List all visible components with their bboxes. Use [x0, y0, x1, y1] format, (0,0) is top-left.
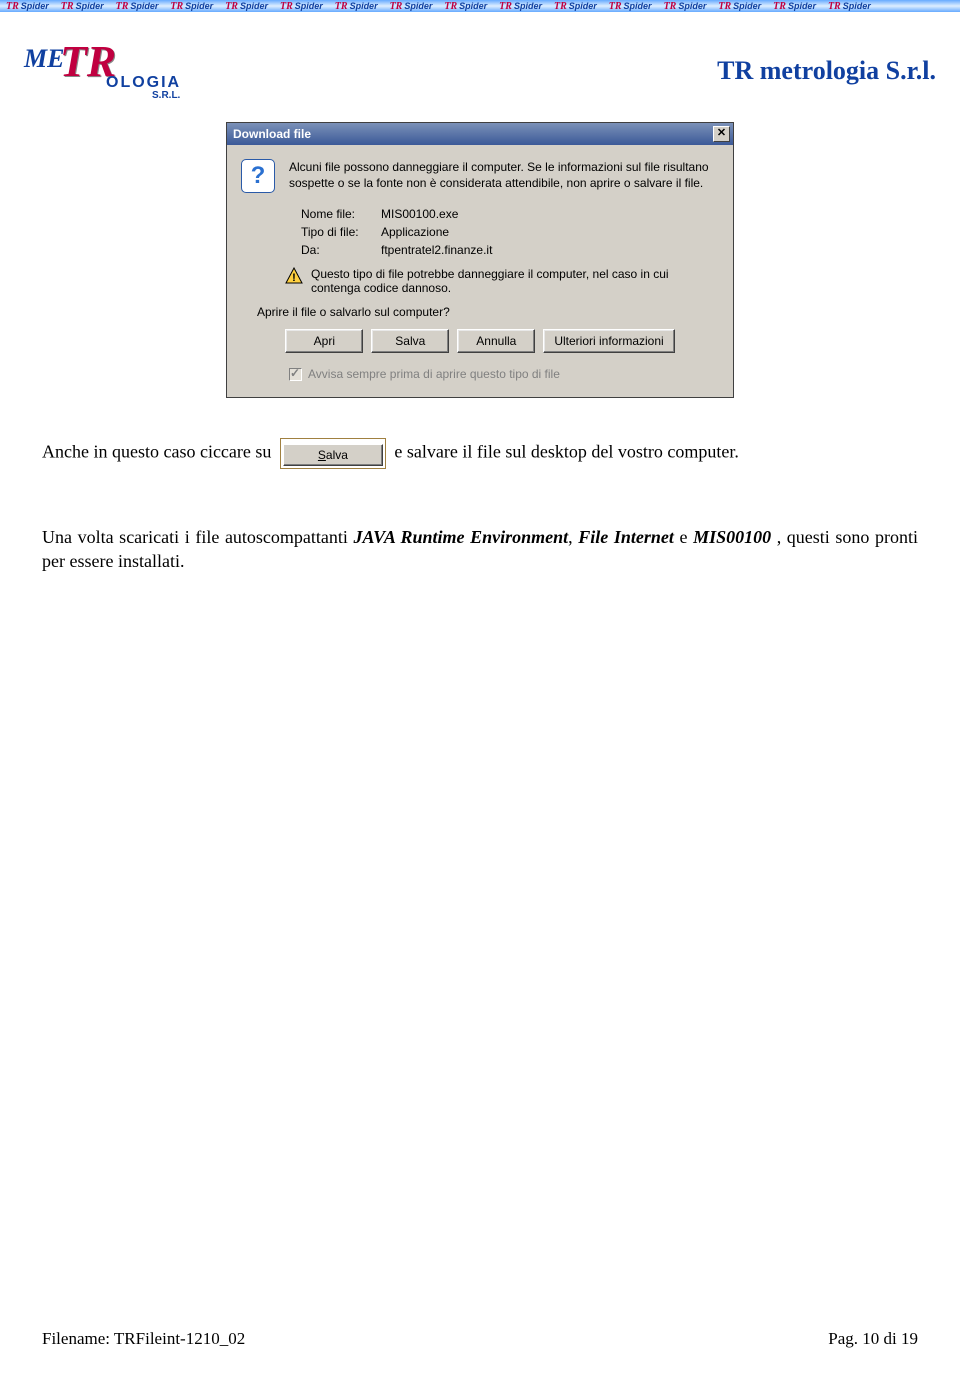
spider-item: TR Spider — [55, 0, 110, 12]
spider-item: TR Spider — [493, 0, 548, 12]
spider-item: TR Spider — [164, 0, 219, 12]
logo-srl: S.R.L. — [152, 90, 180, 101]
svg-text:!: ! — [292, 272, 296, 284]
file-type-value: Applicazione — [381, 225, 449, 239]
p2-mis: MIS00100 — [693, 527, 771, 547]
spider-item: TR Spider — [274, 0, 329, 12]
p1-after: e salvare il file sul desktop del vostro… — [394, 442, 738, 462]
dialog-prompt: Aprire il file o salvarlo sul computer? — [257, 305, 719, 319]
header-band: TR SpiderTR SpiderTR SpiderTR SpiderTR S… — [0, 0, 960, 12]
close-button[interactable]: ✕ — [713, 126, 730, 142]
dialog-body: ? Alcuni file possono danneggiare il com… — [227, 145, 733, 397]
file-name-label: Nome file: — [301, 207, 381, 221]
question-icon: ? — [241, 159, 275, 193]
spider-item: TR Spider — [658, 0, 713, 12]
spider-item: TR Spider — [329, 0, 384, 12]
company-title: TR metrologia S.r.l. — [717, 56, 936, 86]
open-button[interactable]: Apri — [285, 329, 363, 353]
warning-icon: ! — [285, 267, 303, 285]
dialog-wrap: Download file ✕ ? Alcuni file possono da… — [0, 122, 960, 398]
cancel-button[interactable]: Annulla — [457, 329, 535, 353]
p2-java: JAVA Runtime Environment — [354, 527, 569, 547]
more-info-button[interactable]: Ulteriori informazioni — [543, 329, 674, 353]
body-text: Anche in questo caso ciccare su Salva e … — [0, 398, 960, 573]
file-name-value: MIS00100.exe — [381, 207, 458, 221]
p1-before: Anche in questo caso ciccare su — [42, 442, 276, 462]
save-button[interactable]: Salva — [371, 329, 449, 353]
dialog-title: Download file — [233, 127, 311, 141]
inline-save-wrap: Salva — [280, 438, 386, 469]
logo-row: ME TR OLOGIA S.R.L. TR metrologia S.r.l. — [0, 12, 960, 112]
file-type-row: Tipo di file: Applicazione — [301, 225, 719, 239]
spider-item: TR Spider — [822, 0, 877, 12]
always-warn-row: Avvisa sempre prima di aprire questo tip… — [289, 367, 719, 381]
spider-item: TR Spider — [110, 0, 165, 12]
warning-row: ! Questo tipo di file potrebbe danneggia… — [285, 267, 719, 295]
spider-item: TR Spider — [438, 0, 493, 12]
paragraph-1: Anche in questo caso ciccare su Salva e … — [42, 438, 918, 469]
spider-item: TR Spider — [548, 0, 603, 12]
always-warn-label: Avvisa sempre prima di aprire questo tip… — [308, 367, 560, 381]
always-warn-checkbox[interactable] — [289, 368, 302, 381]
button-row: Apri Salva Annulla Ulteriori informazion… — [241, 329, 719, 353]
dialog-titlebar[interactable]: Download file ✕ — [227, 123, 733, 145]
company-logo: ME TR OLOGIA S.R.L. — [24, 40, 184, 102]
p2-e: e — [674, 527, 693, 547]
logo-me: ME — [24, 44, 64, 74]
inline-save-button[interactable]: Salva — [283, 444, 383, 466]
spider-item: TR Spider — [712, 0, 767, 12]
p2-fileinternet: File Internet — [578, 527, 674, 547]
footer-page: Pag. 10 di 19 — [828, 1329, 918, 1349]
p2-a: Una volta scaricati i file autoscompatta… — [42, 527, 354, 547]
footer-filename: Filename: TRFileint-1210_02 — [42, 1329, 245, 1349]
warning-text: Questo tipo di file potrebbe danneggiare… — [311, 267, 719, 295]
file-info: Nome file: MIS00100.exe Tipo di file: Ap… — [301, 207, 719, 257]
file-name-row: Nome file: MIS00100.exe — [301, 207, 719, 221]
spider-item: TR Spider — [384, 0, 439, 12]
p2-c: , — [568, 527, 578, 547]
dialog-message: Alcuni file possono danneggiare il compu… — [289, 159, 719, 193]
download-dialog: Download file ✕ ? Alcuni file possono da… — [226, 122, 734, 398]
paragraph-2: Una volta scaricati i file autoscompatta… — [42, 525, 918, 573]
file-from-row: Da: ftpentratel2.finanze.it — [301, 243, 719, 257]
spider-item: TR Spider — [0, 0, 55, 12]
file-type-label: Tipo di file: — [301, 225, 381, 239]
file-from-value: ftpentratel2.finanze.it — [381, 243, 492, 257]
page-footer: Filename: TRFileint-1210_02 Pag. 10 di 1… — [0, 1329, 960, 1349]
spider-item: TR Spider — [767, 0, 822, 12]
file-from-label: Da: — [301, 243, 381, 257]
spider-item: TR Spider — [603, 0, 658, 12]
spider-item: TR Spider — [219, 0, 274, 12]
dialog-message-row: ? Alcuni file possono danneggiare il com… — [241, 159, 719, 193]
